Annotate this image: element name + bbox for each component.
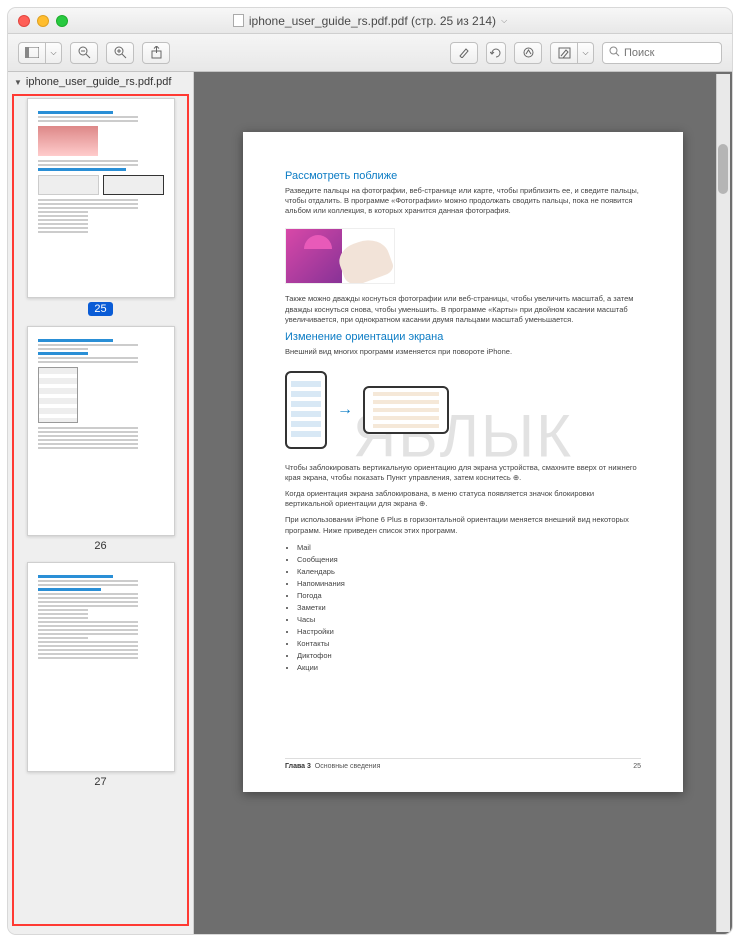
window-title-text: iphone_user_guide_rs.pdf.pdf (стр. 25 из…	[249, 14, 496, 28]
apps-list: Mail Сообщения Календарь Напоминания Пог…	[285, 542, 641, 674]
view-dropdown-button[interactable]: ⌵	[46, 42, 62, 64]
main-body: ▼ iphone_user_guide_rs.pdf.pdf	[8, 72, 732, 934]
thumbnail-image[interactable]	[27, 562, 175, 772]
section-heading-1: Рассмотреть поближе	[285, 170, 641, 182]
close-window[interactable]	[18, 15, 30, 27]
page-number-badge: 25	[88, 302, 112, 316]
disclosure-triangle-icon[interactable]: ▼	[14, 78, 22, 87]
document-viewer[interactable]: ЯБЛЫК Рассмотреть поближе Разведите паль…	[194, 72, 732, 934]
rotate-illustration: →	[285, 371, 641, 449]
page-footer: Глава 3 Основные сведения 25	[285, 758, 641, 770]
paragraph: Разведите пальцы на фотографии, веб-стра…	[285, 186, 641, 216]
thumbnail-page-27[interactable]: 27	[27, 562, 175, 788]
phone-portrait-icon	[285, 371, 327, 449]
pinch-gesture-illustration	[285, 228, 395, 284]
edit-button[interactable]	[550, 42, 578, 64]
pdf-page: ЯБЛЫК Рассмотреть поближе Разведите паль…	[243, 132, 683, 792]
zoom-window[interactable]	[56, 15, 68, 27]
list-item: Диктофон	[297, 650, 641, 662]
thumbnail-image[interactable]	[27, 326, 175, 536]
edit-group: ⌵	[550, 42, 594, 64]
thumbnail-list[interactable]: 25 26	[8, 92, 193, 934]
thumbnails-sidebar: ▼ iphone_user_guide_rs.pdf.pdf	[8, 72, 194, 934]
toolbar: ⌵ ⌵	[8, 34, 732, 72]
arrow-right-icon: →	[337, 401, 353, 419]
titlebar: iphone_user_guide_rs.pdf.pdf (стр. 25 из…	[8, 8, 732, 34]
list-item: Сообщения	[297, 554, 641, 566]
window-controls	[18, 15, 68, 27]
window-title: iphone_user_guide_rs.pdf.pdf (стр. 25 из…	[8, 14, 732, 28]
highlight-button[interactable]	[450, 42, 478, 64]
page-number-badge: 27	[94, 776, 106, 788]
title-dropdown-icon[interactable]: ⌵	[501, 16, 507, 26]
list-item: Mail	[297, 542, 641, 554]
paragraph: Чтобы заблокировать вертикальную ориента…	[285, 463, 641, 483]
list-item: Погода	[297, 590, 641, 602]
section-heading-2: Изменение ориентации экрана	[285, 331, 641, 343]
scrollbar-track[interactable]	[716, 74, 730, 932]
page-number-badge: 26	[94, 540, 106, 552]
list-item: Календарь	[297, 566, 641, 578]
list-item: Акции	[297, 662, 641, 674]
list-item: Часы	[297, 614, 641, 626]
list-item: Заметки	[297, 602, 641, 614]
thumbnail-image[interactable]	[27, 98, 175, 298]
scrollbar-thumb[interactable]	[718, 144, 728, 194]
sidebar-filename: iphone_user_guide_rs.pdf.pdf	[26, 76, 172, 88]
search-icon	[609, 46, 620, 60]
paragraph: Когда ориентация экрана заблокирована, в…	[285, 489, 641, 509]
paragraph: При использовании iPhone 6 Plus в горизо…	[285, 515, 641, 535]
phone-landscape-icon	[363, 386, 449, 434]
paragraph: Внешний вид многих программ изменяется п…	[285, 347, 641, 357]
thumbnail-page-26[interactable]: 26	[27, 326, 175, 552]
thumbnail-page-25[interactable]: 25	[27, 98, 175, 316]
edit-dropdown-button[interactable]: ⌵	[578, 42, 594, 64]
rotate-button[interactable]	[486, 42, 506, 64]
markup-button[interactable]	[514, 42, 542, 64]
page-number: 25	[633, 763, 641, 770]
search-input[interactable]	[624, 47, 704, 59]
list-item: Контакты	[297, 638, 641, 650]
view-mode-group: ⌵	[18, 42, 62, 64]
list-item: Настройки	[297, 626, 641, 638]
zoom-out-button[interactable]	[70, 42, 98, 64]
list-item: Напоминания	[297, 578, 641, 590]
zoom-in-button[interactable]	[106, 42, 134, 64]
paragraph: Также можно дважды коснуться фотографии …	[285, 294, 641, 324]
search-field[interactable]	[602, 42, 722, 64]
minimize-window[interactable]	[37, 15, 49, 27]
document-icon	[233, 14, 244, 27]
sidebar-toggle-button[interactable]	[18, 42, 46, 64]
sidebar-filename-row[interactable]: ▼ iphone_user_guide_rs.pdf.pdf	[8, 72, 193, 92]
chapter-label: Глава 3 Основные сведения	[285, 763, 380, 770]
share-button[interactable]	[142, 42, 170, 64]
